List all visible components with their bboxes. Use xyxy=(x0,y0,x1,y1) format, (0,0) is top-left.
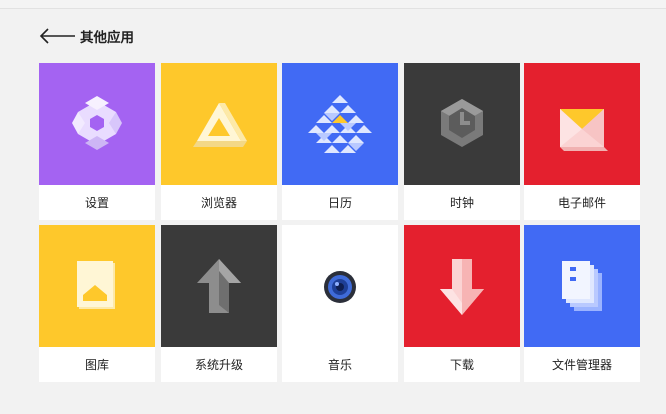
app-tile-art xyxy=(39,63,155,185)
app-label: 文件管理器 xyxy=(524,347,640,382)
calendar-icon xyxy=(308,95,372,153)
top-divider xyxy=(0,0,666,9)
app-tile-art xyxy=(524,63,640,185)
app-tile-art xyxy=(524,225,640,347)
folder-icon xyxy=(562,261,602,311)
app-label: 下载 xyxy=(404,347,520,382)
speaker-icon xyxy=(324,271,356,303)
app-tile-art xyxy=(282,225,398,347)
app-tile-music[interactable]: 音乐 xyxy=(282,225,398,382)
app-tile-gallery[interactable]: 图库 xyxy=(39,225,155,382)
header: 其他应用 xyxy=(38,24,134,48)
app-tile-clock[interactable]: 时钟 xyxy=(404,63,520,220)
app-tile-art xyxy=(161,225,277,347)
app-label: 日历 xyxy=(282,185,398,220)
app-label: 音乐 xyxy=(282,347,398,382)
app-tile-file-manager[interactable]: 文件管理器 xyxy=(524,225,640,382)
app-tile-download[interactable]: 下载 xyxy=(404,225,520,382)
app-tile-art xyxy=(404,225,520,347)
mail-icon xyxy=(560,109,608,151)
app-label: 设置 xyxy=(39,185,155,220)
triangle-icon xyxy=(193,103,247,147)
back-arrow-icon[interactable] xyxy=(38,26,78,46)
app-tile-art xyxy=(39,225,155,347)
app-tile-art xyxy=(282,63,398,185)
app-tile-art xyxy=(161,63,277,185)
app-tile-system-upgrade[interactable]: 系统升级 xyxy=(161,225,277,382)
download-arrow-icon xyxy=(440,259,484,315)
gallery-icon xyxy=(77,261,115,309)
app-label: 时钟 xyxy=(404,185,520,220)
app-tile-art xyxy=(404,63,520,185)
upgrade-arrow-icon xyxy=(197,259,241,313)
app-tile-email[interactable]: 电子邮件 xyxy=(524,63,640,220)
app-label: 电子邮件 xyxy=(524,185,640,220)
app-grid: 设置 浏览器 日历 时钟 电子邮件 图库 系统升级 音乐 下载 文件管理器 xyxy=(39,63,645,383)
app-tile-settings[interactable]: 设置 xyxy=(39,63,155,220)
app-tile-calendar[interactable]: 日历 xyxy=(282,63,398,220)
app-tile-browser[interactable]: 浏览器 xyxy=(161,63,277,220)
app-label: 浏览器 xyxy=(161,185,277,220)
page-title: 其他应用 xyxy=(80,30,134,46)
app-label: 图库 xyxy=(39,347,155,382)
gear-icon xyxy=(72,96,122,150)
clock-icon xyxy=(441,99,483,147)
app-label: 系统升级 xyxy=(161,347,277,382)
